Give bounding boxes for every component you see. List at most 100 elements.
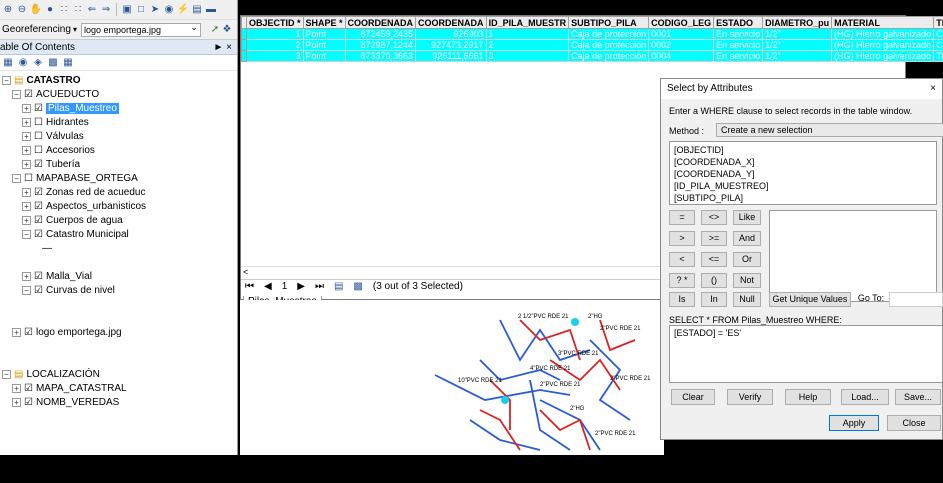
column-header[interactable]: OBJECTID * [246, 16, 304, 29]
table-cell[interactable]: Concreto [933, 28, 943, 40]
table-cell[interactable]: 1/2" [762, 39, 833, 51]
column-header[interactable]: CODIGO_LEG [648, 16, 715, 29]
table-cell[interactable]: En servicio [713, 39, 764, 51]
expand-toggle-icon[interactable]: − [12, 89, 21, 99]
field-list[interactable]: [OBJECTID] [COORDENADA_X] [COORDENADA_Y] [I… [669, 141, 937, 205]
clear-button[interactable]: Clear [671, 389, 715, 405]
column-header[interactable]: SUBTIPO_PILA [568, 16, 650, 29]
op-less-button[interactable]: < [669, 252, 695, 267]
expand-toggle-icon[interactable]: + [22, 145, 31, 155]
previous-record-icon[interactable]: ◀ [264, 281, 272, 292]
close-icon[interactable]: × [930, 83, 936, 95]
tree-node[interactable]: − ▤ CATASTRO [0, 73, 237, 87]
help-button[interactable]: Help [785, 389, 831, 405]
column-header[interactable]: COORDENADA [344, 16, 417, 29]
tree-node[interactable] [0, 353, 237, 367]
zoom-out-icon[interactable]: ⊖ [16, 4, 28, 16]
pin-close-icon[interactable]: ► × [213, 42, 232, 53]
tree-node[interactable]: + ☑ Aspectos_urbanisticos [0, 199, 237, 213]
column-header[interactable]: DIAMETRO_pu [762, 16, 833, 29]
table-cell[interactable]: En servicio [713, 28, 764, 40]
op-greater-equal-button[interactable]: >= [701, 231, 727, 246]
clear-selection-icon[interactable]: □ [135, 4, 147, 16]
table-cell[interactable]: Caja de protección [568, 39, 650, 51]
expand-toggle-icon[interactable]: + [22, 159, 31, 169]
table-cell[interactable]: Point [302, 39, 346, 51]
sql-expression-input[interactable]: [ESTADO] = 'ES' [669, 325, 943, 383]
next-record-icon[interactable]: ▶ [297, 281, 305, 292]
tree-node[interactable]: + ☑ Tubería [0, 157, 237, 171]
list-by-visibility-icon[interactable]: ◈ [32, 57, 44, 69]
column-header[interactable]: SHAPE * [302, 16, 346, 29]
horizontal-scrollbar[interactable]: < [241, 266, 661, 278]
tree-node[interactable]: + ☑ Malla_Vial [0, 269, 237, 283]
op-is-button[interactable]: Is [669, 292, 695, 307]
expand-toggle-icon[interactable]: + [12, 327, 21, 337]
tree-node[interactable] [0, 339, 237, 353]
fixed-zoom-out-icon[interactable]: ∷ [72, 4, 84, 16]
table-cell[interactable]: 2 [246, 39, 304, 51]
tree-node[interactable]: + ☑ NOMB_VEREDAS [0, 395, 237, 409]
table-cell[interactable]: Point [302, 28, 346, 40]
expand-toggle-icon[interactable]: − [22, 285, 31, 295]
current-record[interactable]: 1 [282, 281, 288, 292]
table-row[interactable]: 3 Point 873370,3663 926111,6661 3 Caja de pro… [241, 50, 943, 62]
html-popup-icon[interactable]: ▤ [191, 4, 203, 16]
expand-toggle-icon[interactable]: + [22, 117, 31, 127]
map-view[interactable]: 2 1/2"PVC RDE 21 2"HG 2"PVC RDE 21 3"PVC… [240, 300, 664, 455]
expand-toggle-icon[interactable]: + [12, 397, 21, 407]
table-cell[interactable]: 0004 [648, 50, 715, 62]
column-header[interactable]: ESTADO [713, 16, 764, 29]
tree-node[interactable] [0, 255, 237, 269]
column-header[interactable]: COORDENADA [415, 16, 487, 29]
expand-toggle-icon[interactable]: − [12, 173, 21, 183]
back-icon[interactable]: ⇐ [86, 4, 98, 16]
op-wildcard-button[interactable]: ? * [669, 273, 695, 288]
globe-icon[interactable]: ● [44, 4, 56, 16]
tree-node[interactable]: + ☑ logo emportega.jpg [0, 325, 237, 339]
expand-toggle-icon[interactable]: + [22, 201, 31, 211]
layer-visibility-checkbox[interactable]: ☑ [24, 89, 33, 100]
layer-visibility-checkbox[interactable]: ☑ [34, 103, 43, 114]
tree-node[interactable]: + ☑ MAPA_CATASTRAL [0, 381, 237, 395]
tree-node[interactable]: − ☑ ACUEDUCTO [0, 87, 237, 101]
first-record-icon[interactable]: ⏮ [245, 281, 254, 292]
zoom-in-icon[interactable]: ⊕ [2, 4, 14, 16]
fixed-zoom-in-icon[interactable]: ∷ [58, 4, 70, 16]
georeferencing-layer-select[interactable]: logo emportega.jpg [80, 21, 201, 37]
layer-visibility-checkbox[interactable]: ☑ [34, 201, 43, 212]
table-cell[interactable]: 3 [246, 50, 304, 62]
close-button[interactable]: Close [887, 415, 941, 431]
layer-visibility-checkbox[interactable]: ☐ [34, 117, 43, 128]
tree-node[interactable]: + ☑ Zonas red de acueduc [0, 185, 237, 199]
list-by-source-icon[interactable]: ◉ [17, 57, 29, 69]
expand-toggle-icon[interactable]: + [22, 187, 31, 197]
show-selected-records-icon[interactable]: ▩ [353, 281, 362, 292]
save-button[interactable]: Save... [895, 389, 941, 405]
layer-visibility-checkbox[interactable]: ☑ [34, 271, 43, 282]
table-cell[interactable]: 872459,2435 [344, 28, 417, 40]
selected-point-1[interactable] [571, 318, 579, 326]
table-cell[interactable]: 1 [246, 28, 304, 40]
unique-values-list[interactable] [769, 210, 937, 302]
scroll-left-icon[interactable]: < [243, 267, 248, 277]
chevron-down-icon[interactable]: ▾ [73, 25, 77, 34]
table-cell[interactable]: 3 [485, 50, 570, 62]
table-cell[interactable]: (HG) Hierro galvanizado [831, 28, 935, 40]
goto-input[interactable] [889, 292, 943, 307]
layer-visibility-checkbox[interactable]: ☑ [34, 229, 43, 240]
table-cell[interactable]: 873370,3663 [344, 50, 417, 62]
op-like-button[interactable]: Like [733, 210, 761, 225]
load-button[interactable]: Load... [841, 389, 889, 405]
op-in-button[interactable]: In [701, 292, 727, 307]
expand-toggle-icon[interactable]: + [22, 271, 31, 281]
tree-node[interactable]: + ☐ Hidrantes [0, 115, 237, 129]
op-less-equal-button[interactable]: <= [701, 252, 727, 267]
table-cell[interactable]: Point [302, 50, 346, 62]
expand-toggle-icon[interactable]: − [2, 75, 11, 85]
column-header[interactable]: TERRENO [933, 16, 943, 29]
op-not-equals-button[interactable]: <> [701, 210, 727, 225]
op-or-button[interactable]: Or [733, 252, 761, 267]
tree-node[interactable]: + ☐ Válvulas [0, 129, 237, 143]
selected-point-2[interactable] [501, 396, 509, 404]
